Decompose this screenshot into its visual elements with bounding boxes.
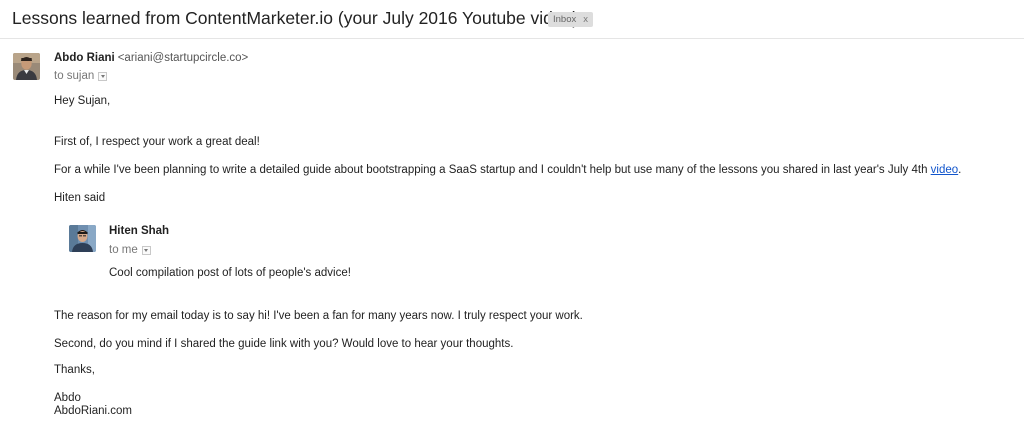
greeting: Hey Sujan, [54, 95, 111, 107]
quote-text: Cool compilation post of lots of people'… [109, 267, 351, 279]
inbox-label[interactable]: Inbox x [548, 12, 593, 27]
quote-sender-name[interactable]: Hiten Shah [109, 225, 169, 237]
remove-label-button[interactable]: x [583, 14, 588, 25]
sender-line: Abdo Riani <ariani@startupcircle.co> [54, 52, 248, 64]
paragraph-5: Second, do you mind if I shared the guid… [54, 338, 514, 350]
paragraph-4: The reason for my email today is to say … [54, 310, 583, 322]
paragraph-2-end: . [958, 164, 962, 176]
quote-recipient-line: to me [109, 244, 151, 256]
paragraph-2: For a while I've been planning to write … [54, 164, 961, 176]
inbox-label-text: Inbox [553, 14, 577, 25]
signature-name: Abdo [54, 392, 81, 404]
sender-avatar[interactable] [13, 53, 40, 80]
subject-bar: Lessons learned from ContentMarketer.io … [0, 0, 1024, 39]
recipient-text: to sujan [54, 70, 95, 82]
chevron-down-icon[interactable] [98, 71, 108, 81]
closing: Thanks, [54, 364, 95, 376]
paragraph-3: Hiten said [54, 192, 106, 204]
paragraph-1: First of, I respect your work a great de… [54, 136, 260, 148]
chevron-down-icon[interactable] [141, 245, 151, 255]
email-subject: Lessons learned from ContentMarketer.io … [12, 8, 579, 28]
recipient-line: to sujan [54, 70, 108, 82]
email-view: Lessons learned from ContentMarketer.io … [0, 0, 1024, 423]
sender-email: <ariani@startupcircle.co> [117, 52, 249, 64]
sender-name[interactable]: Abdo Riani [54, 52, 115, 64]
quote-avatar[interactable] [69, 225, 96, 252]
signature-site: AbdoRiani.com [54, 405, 132, 417]
video-link[interactable]: video [931, 164, 959, 176]
paragraph-2-text: For a while I've been planning to write … [54, 164, 931, 176]
quote-recipient-text: to me [109, 244, 138, 256]
